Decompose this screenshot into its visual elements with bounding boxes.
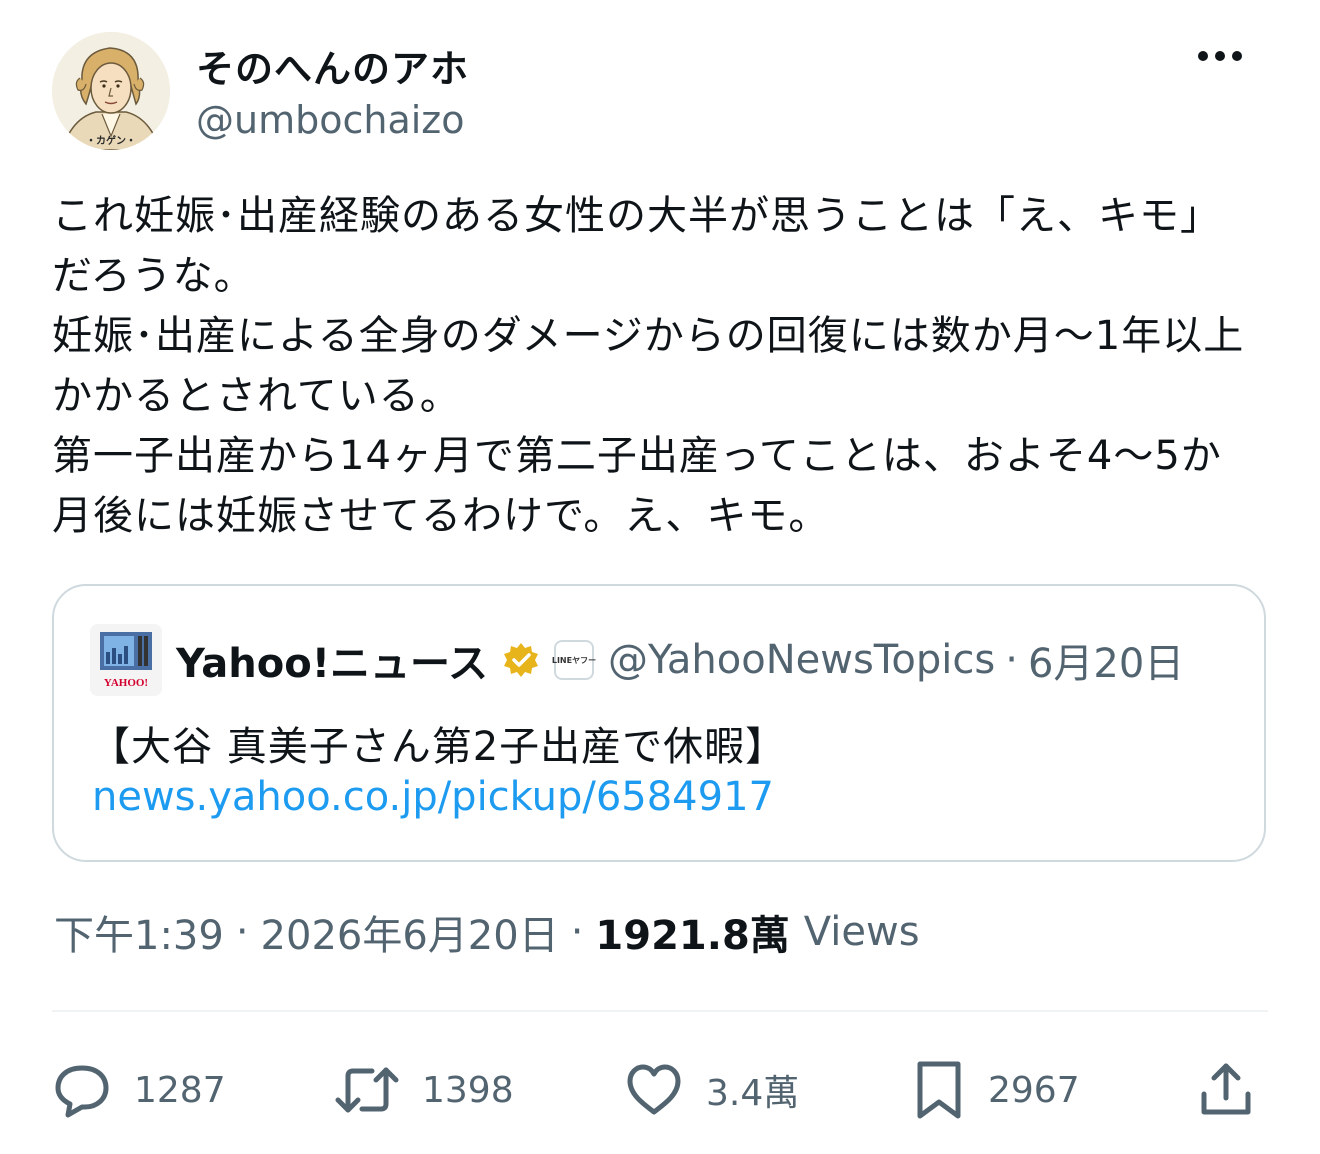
tweet-meta: 下午1:39 · 2026年6月20日 · 1921.8萬 Views — [54, 904, 920, 960]
reply-icon — [55, 1065, 109, 1118]
author-display-name[interactable]: そのへんのアホ — [196, 38, 469, 93]
bookmark-count: 2967 — [988, 1069, 1080, 1111]
like-button[interactable]: 3.4萬 — [624, 1058, 799, 1122]
retweet-icon — [335, 1067, 399, 1113]
reply-count: 1287 — [134, 1069, 226, 1111]
tweet-line: だろうな。 — [52, 253, 255, 299]
views-label[interactable]: Views — [804, 909, 920, 955]
tweet-line: これ妊娠･出産経験のある女性の大半が思うことは「え、キモ」 — [52, 193, 1221, 239]
tweet-line: 妊娠･出産による全身のダメージからの回復には数か月～1年以上 — [52, 313, 1245, 359]
quoted-text: 【大谷 真美子さん第2子出産で休暇】 — [90, 724, 787, 770]
retweet-button[interactable]: 1398 — [334, 1058, 514, 1122]
affiliate-badge[interactable]: LINEヤフー — [552, 640, 596, 680]
reply-button[interactable]: 1287 — [52, 1058, 226, 1122]
share-icon — [1201, 1063, 1251, 1115]
divider — [52, 1010, 1268, 1012]
yahoo-news-logo: YAHOO! — [90, 624, 162, 696]
quoted-date[interactable]: 6月20日 — [1028, 631, 1184, 689]
quoted-header: Yahoo!ニュース LINEヤフー @YahooNewsTopics · 6月… — [176, 628, 1184, 692]
tweet-line: 第一子出産から14ヶ月で第二子出産ってことは、およそ4～5か — [52, 433, 1222, 479]
like-count: 3.4萬 — [706, 1073, 800, 1114]
verified-badge-icon[interactable] — [502, 641, 540, 679]
more-icon — [1198, 51, 1242, 61]
bookmark-button[interactable]: 2967 — [912, 1058, 1080, 1122]
quoted-link[interactable]: news.yahoo.co.jp/pickup/6584917 — [92, 774, 774, 820]
tweet-line: かかるとされている。 — [52, 373, 461, 419]
more-options-button[interactable] — [1192, 36, 1248, 76]
tweet-date[interactable]: 2026年6月20日 — [261, 903, 559, 961]
quoted-tweet-card[interactable]: YAHOO! Yahoo!ニュース LINEヤフー @YahooNewsTopi… — [52, 584, 1266, 862]
share-button[interactable] — [1198, 1058, 1254, 1122]
meta-separator: · — [235, 909, 249, 955]
author-handle[interactable]: @umbochaizo — [196, 98, 465, 142]
bookmark-icon — [917, 1061, 961, 1119]
quoted-handle[interactable]: @YahooNewsTopics — [608, 637, 995, 683]
tweet-text: これ妊娠･出産経験のある女性の大半が思うことは「え、キモ」 だろうな。 妊娠･出… — [52, 186, 1272, 546]
quoted-avatar[interactable]: YAHOO! — [90, 624, 162, 696]
portrait-illustration: ・カゲン・ — [52, 32, 170, 150]
yahoo-wordmark: YAHOO! — [104, 677, 148, 689]
quoted-display-name[interactable]: Yahoo!ニュース — [176, 631, 488, 689]
meta-separator: · — [570, 909, 584, 955]
quoted-separator: · — [1005, 637, 1018, 683]
retweet-count: 1398 — [422, 1069, 514, 1111]
avatar-caption: ・カゲン・ — [86, 134, 136, 147]
tweet-time[interactable]: 下午1:39 — [54, 903, 224, 961]
author-avatar[interactable]: ・カゲン・ — [52, 32, 170, 150]
views-count[interactable]: 1921.8萬 — [595, 903, 789, 961]
tweet-line: 月後には妊娠させてるわけで。え、キモ。 — [52, 493, 830, 539]
like-icon — [627, 1064, 681, 1115]
